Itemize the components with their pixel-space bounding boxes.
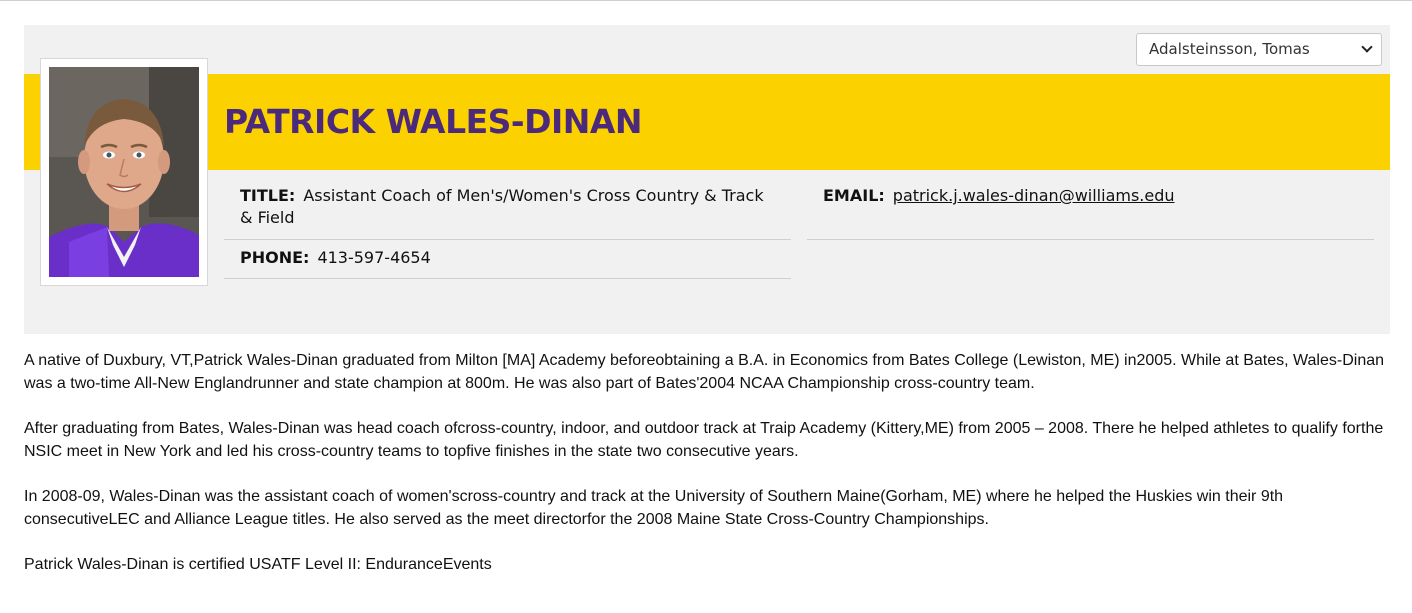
email-link[interactable]: patrick.j.wales-dinan@williams.edu [893,186,1175,205]
phone-value: 413-597-4654 [317,248,431,267]
phone-label: PHONE: [240,248,310,267]
top-divider [0,0,1412,1]
bio-paragraph: In 2008-09, Wales-Dinan was the assistan… [24,488,1284,528]
phone-divider [224,278,791,279]
title-field: TITLE: Assistant Coach of Men's/Women's C… [240,185,780,229]
headshot-photo [49,67,199,277]
phone-field: PHONE: 413-597-4654 [240,247,780,269]
bio-paragraph: A native of Duxbury, VT,Patrick Wales-Di… [24,352,1385,392]
title-value: Assistant Coach of Men's/Women's Cross C… [240,186,764,227]
chevron-down-icon [1361,41,1373,53]
email-field: EMAIL: patrick.j.wales-dinan@williams.edu [823,185,1383,207]
headshot-frame [40,58,208,286]
roster-select-value: Adalsteinsson, Tomas [1149,40,1310,58]
profile-card: Adalsteinsson, Tomas PATRICK WALES-DINAN [24,25,1390,334]
bio-paragraph: After graduating from Bates, Wales-Dinan… [24,420,1384,460]
page-title: PATRICK WALES-DINAN [224,102,643,141]
email-divider [807,239,1374,240]
title-divider [224,239,791,240]
roster-select[interactable]: Adalsteinsson, Tomas [1136,33,1382,66]
bio-paragraph: Patrick Wales-Dinan is certified USATF L… [24,556,492,573]
title-label: TITLE: [240,186,296,205]
email-label: EMAIL: [823,186,885,205]
name-band: PATRICK WALES-DINAN [24,74,1390,170]
biography: A native of Duxbury, VT,Patrick Wales-Di… [24,349,1394,598]
